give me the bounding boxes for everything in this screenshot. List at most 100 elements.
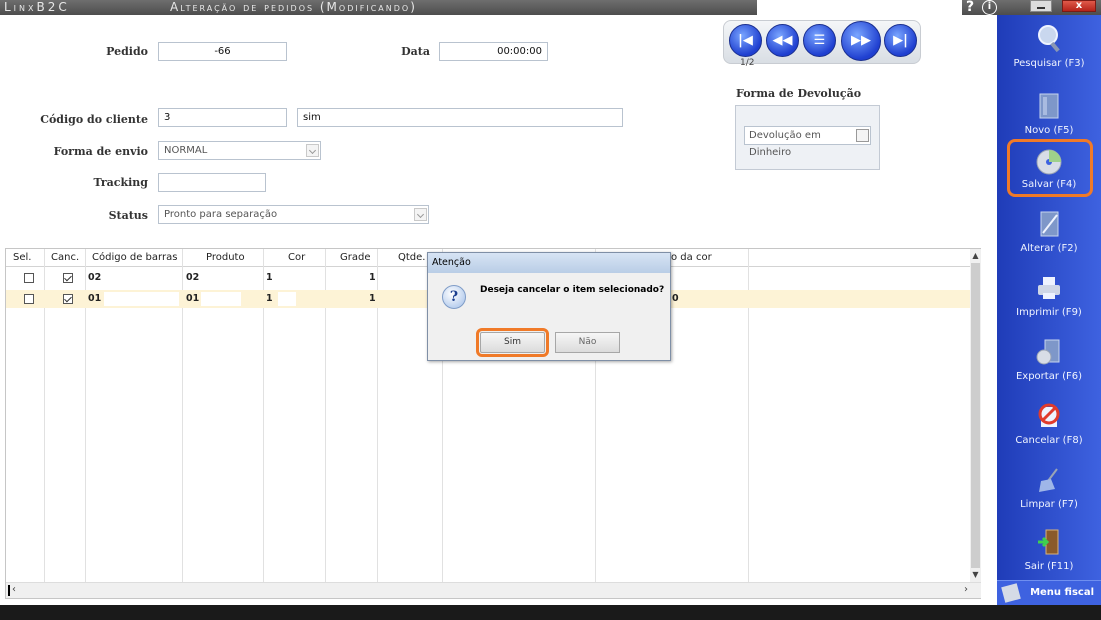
status-value: Pronto para separação	[164, 209, 278, 220]
next-icon: ▶▶	[851, 33, 871, 48]
scroll-down-icon[interactable]: ▼	[970, 569, 981, 580]
sel-checkbox[interactable]	[24, 294, 34, 304]
export-button[interactable]: Exportar (F6)	[997, 333, 1101, 393]
cell-codigo-barras: 02	[88, 272, 102, 283]
next-record-button[interactable]: ▶▶	[841, 21, 881, 61]
title-bar: LinxB2C Alteração de pedidos (Modificand…	[0, 0, 1101, 15]
forma-envio-select[interactable]: NORMAL	[158, 141, 321, 160]
codigo-cliente-label: Código do cliente	[40, 113, 148, 126]
data-label: Data	[401, 45, 430, 58]
edit-label: Alterar (F2)	[1020, 243, 1078, 254]
cliente-nome-field[interactable]: sim	[297, 108, 623, 127]
edit-button[interactable]: Alterar (F2)	[997, 205, 1101, 265]
exit-button[interactable]: Sair (F11)	[997, 523, 1101, 583]
new-label: Novo (F5)	[1024, 125, 1074, 136]
first-record-button[interactable]: |◀	[729, 24, 762, 57]
search-label: Pesquisar (F3)	[1013, 58, 1085, 69]
export-icon	[1036, 339, 1060, 365]
cell-produto: 02	[186, 272, 200, 283]
previous-icon: ◀◀	[772, 33, 793, 48]
cell-produto: 01	[186, 293, 200, 304]
edit-pencil-icon	[1040, 211, 1059, 237]
clear-label: Limpar (F7)	[1020, 499, 1078, 510]
status-bar	[0, 605, 1101, 620]
new-button[interactable]: Novo (F5)	[997, 87, 1101, 147]
cell-edit-box[interactable]	[104, 292, 179, 306]
chevron-down-icon[interactable]	[306, 144, 319, 157]
codigo-cliente-field[interactable]: 3	[158, 108, 287, 127]
header-cor[interactable]: Cor	[288, 252, 305, 263]
close-button[interactable]: x	[1062, 0, 1096, 12]
exit-label: Sair (F11)	[1024, 561, 1074, 572]
last-icon: ▶|	[893, 33, 908, 48]
menu-fiscal-label: Menu fiscal	[1030, 587, 1094, 598]
no-button[interactable]: Não	[555, 332, 620, 353]
help-icon[interactable]: ?	[966, 0, 974, 15]
search-button[interactable]: Pesquisar (F3)	[997, 20, 1101, 80]
menu-fiscal-icon	[1001, 583, 1021, 603]
header-canc[interactable]: Canc.	[51, 252, 79, 263]
cell-edit-box[interactable]	[278, 292, 296, 306]
data-field[interactable]: 00:00:00	[439, 42, 548, 61]
minimize-button[interactable]	[1030, 0, 1052, 12]
cell-grade: 1	[369, 272, 376, 283]
text-cursor	[8, 585, 10, 596]
devolucao-select[interactable]: Devolução em Dinheiro	[744, 126, 871, 158]
print-button[interactable]: Imprimir (F9)	[997, 269, 1101, 329]
cancel-label: Cancelar (F8)	[1015, 435, 1083, 446]
devolucao-value: Devolução em Dinheiro	[749, 130, 821, 158]
chevron-down-icon[interactable]	[856, 129, 869, 142]
scroll-right-icon[interactable]: ›	[964, 584, 968, 595]
save-label: Salvar (F4)	[1021, 179, 1077, 190]
cell-edit-box[interactable]	[201, 292, 241, 306]
title-blank-area	[757, 0, 962, 15]
cell-codigo-barras: 01	[88, 293, 102, 304]
pedido-label: Pedido	[106, 45, 148, 58]
devolucao-panel: Devolução em Dinheiro	[735, 105, 880, 170]
header-grade[interactable]: Grade	[340, 252, 371, 263]
header-desc-cor[interactable]: o da cor	[671, 252, 712, 263]
print-label: Imprimir (F9)	[1016, 307, 1082, 318]
previous-record-button[interactable]: ◀◀	[766, 24, 799, 57]
canc-checkbox[interactable]	[63, 273, 73, 283]
save-button[interactable]: Salvar (F4)	[997, 139, 1101, 199]
first-icon: |◀	[738, 33, 753, 48]
header-qtde[interactable]: Qtde.	[398, 252, 425, 263]
dialog-title: Atenção	[428, 253, 670, 273]
pedido-field[interactable]: -66	[158, 42, 287, 61]
chevron-down-icon[interactable]	[414, 208, 427, 221]
menu-fiscal-button[interactable]: Menu fiscal	[997, 580, 1101, 605]
cell-cor: 1	[266, 293, 273, 304]
list-records-button[interactable]: ☰	[803, 24, 836, 57]
canc-checkbox[interactable]	[63, 294, 73, 304]
cell-grade: 1	[369, 293, 376, 304]
search-icon	[1038, 25, 1060, 53]
cell-cor: 1	[266, 272, 273, 283]
scroll-thumb[interactable]	[971, 263, 980, 568]
dialog-message: Deseja cancelar o item selecionado?	[480, 285, 665, 295]
scroll-left-icon[interactable]: ‹	[12, 584, 16, 595]
yes-button[interactable]: Sim	[476, 328, 549, 357]
header-sel[interactable]: Sel.	[13, 252, 31, 263]
vertical-scrollbar[interactable]: ▲ ▼	[970, 249, 981, 582]
tracking-field[interactable]	[158, 173, 266, 192]
list-icon: ☰	[813, 33, 826, 48]
header-codigo-barras[interactable]: Código de barras	[92, 252, 177, 263]
exit-door-icon	[1038, 529, 1059, 555]
forma-envio-label: Forma de envio	[53, 145, 148, 158]
sel-checkbox[interactable]	[24, 273, 34, 283]
header-produto[interactable]: Produto	[206, 252, 245, 263]
broom-icon	[1039, 468, 1058, 492]
disc-save-icon	[1036, 149, 1062, 175]
info-icon[interactable]: i	[982, 0, 997, 15]
horizontal-scrollbar[interactable]: ‹ ›	[6, 582, 981, 598]
question-icon: ?	[442, 285, 466, 309]
clear-button[interactable]: Limpar (F7)	[997, 461, 1101, 521]
scroll-up-icon[interactable]: ▲	[970, 250, 981, 261]
cancel-icon	[1038, 403, 1060, 427]
last-record-button[interactable]: ▶|	[884, 24, 917, 57]
status-select[interactable]: Pronto para separação	[158, 205, 429, 224]
cancel-button[interactable]: Cancelar (F8)	[997, 397, 1101, 457]
cell-desc-cor: 0	[672, 293, 679, 304]
new-document-icon	[1039, 93, 1059, 119]
